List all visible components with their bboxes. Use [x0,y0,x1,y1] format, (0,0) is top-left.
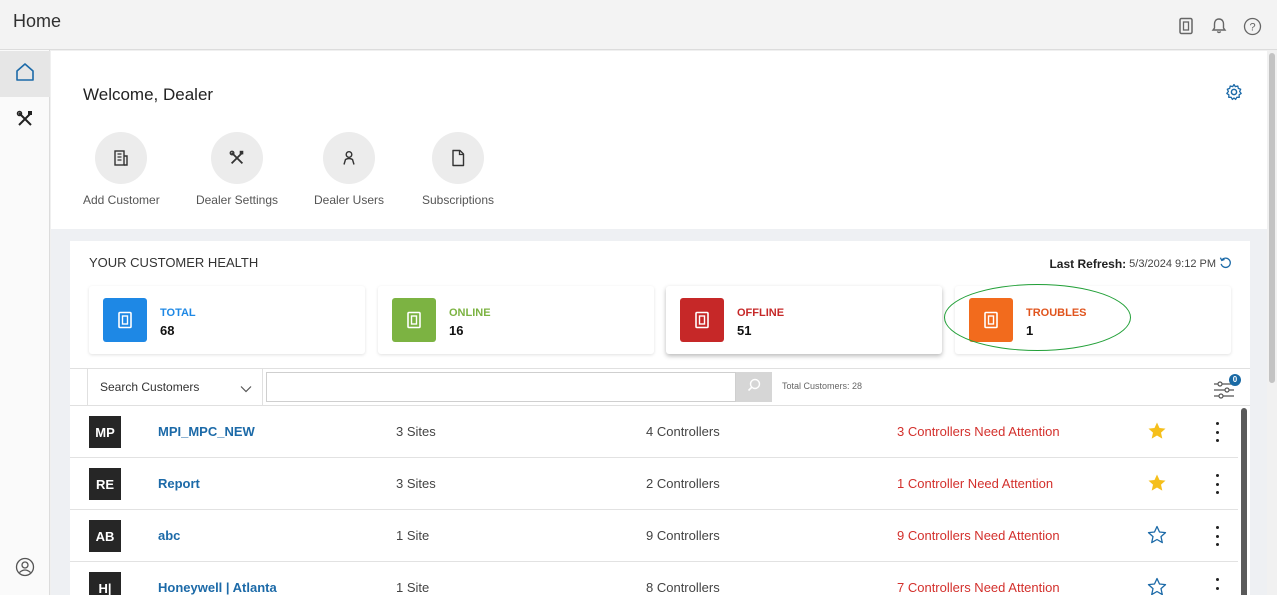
person-icon [323,132,375,184]
left-nav [0,50,50,595]
health-card-title: ONLINE [449,307,491,319]
health-card-value: 16 [449,323,464,338]
customer-avatar: AB [89,520,121,552]
last-refresh-value: 5/3/2024 9:12 PM [1129,258,1216,270]
search-type-dropdown[interactable]: Search Customers [88,369,263,405]
customer-attention[interactable]: 9 Controllers Need Attention [897,528,1060,543]
health-card-title: TOTAL [160,307,196,319]
filter-count-badge: 0 [1229,374,1241,386]
star-outline-icon[interactable] [1147,577,1167,595]
health-card-value: 68 [160,323,175,338]
dealer-users-label: Dealer Users [313,193,385,207]
help-icon[interactable]: ? [1243,17,1263,37]
device-icon [103,298,147,342]
customer-avatar: RE [89,468,121,500]
customer-controllers: 9 Controllers [646,528,720,543]
health-card-offline[interactable]: OFFLINE 51 [666,286,942,354]
star-filled-icon[interactable] [1147,473,1167,498]
add-customer-button[interactable]: Add Customer [83,132,160,207]
annotation-ellipse [944,284,1131,351]
customer-controllers: 4 Controllers [646,424,720,439]
customer-list: MP MPI_MPC_NEW 3 Sites 4 Controllers 3 C… [70,406,1238,595]
customer-name-link[interactable]: abc [158,528,180,543]
document-icon [432,132,484,184]
nav-home[interactable] [0,51,50,97]
health-card-total[interactable]: TOTAL 68 [89,286,365,354]
customer-avatar: MP [89,416,121,448]
main-content: Welcome, Dealer Add Customer Dealer Sett… [51,51,1267,595]
page-scrollbar[interactable] [1267,51,1277,595]
welcome-panel: Welcome, Dealer Add Customer Dealer Sett… [51,51,1267,229]
customer-sites: 3 Sites [396,424,436,439]
more-options-icon[interactable] [1208,472,1226,496]
more-options-icon[interactable] [1208,576,1226,595]
customer-avatar: H| [89,572,121,595]
gear-icon[interactable] [1225,83,1243,106]
dealer-settings-button[interactable]: Dealer Settings [195,132,279,207]
more-options-icon[interactable] [1208,420,1226,444]
user-circle-icon [15,557,35,582]
total-customers: Total Customers: 28 [782,381,863,391]
search-type-label: Search Customers [100,380,200,394]
nav-user[interactable] [0,546,50,592]
health-card-value: 51 [737,323,752,338]
customer-row[interactable]: AB abc 1 Site 9 Controllers 9 Controller… [70,510,1238,562]
last-refresh-label: Last Refresh: [1049,257,1127,271]
dealer-settings-label: Dealer Settings [195,193,279,207]
customer-controllers: 2 Controllers [646,476,720,491]
customer-sites: 3 Sites [396,476,436,491]
customer-name-link[interactable]: MPI_MPC_NEW [158,424,255,439]
refresh-icon[interactable] [1219,256,1232,272]
customer-row[interactable]: RE Report 3 Sites 2 Controllers 1 Contro… [70,458,1238,510]
customer-search-bar: Search Customers Total Customers: 28 0 [70,368,1250,406]
home-icon [14,61,36,88]
search-bar-edge [70,369,88,405]
top-bar: Home ? [0,0,1277,50]
list-scrollbar[interactable] [1240,406,1248,595]
building-icon [95,132,147,184]
customer-sites: 1 Site [396,580,430,595]
dealer-users-button[interactable]: Dealer Users [313,132,385,207]
customer-name-link[interactable]: Report [158,476,200,491]
filter-button[interactable]: 0 [1210,373,1241,401]
subscriptions-button[interactable]: Subscriptions [419,132,497,207]
customer-sites: 1 Site [396,528,430,543]
subscriptions-label: Subscriptions [421,193,495,207]
bell-icon[interactable] [1210,17,1230,37]
customer-name-link[interactable]: Honeywell | Atlanta [158,580,277,595]
list-scrollbar-thumb[interactable] [1241,408,1247,595]
svg-text:?: ? [1249,22,1255,34]
star-filled-icon[interactable] [1147,421,1167,446]
tools-icon [15,109,35,134]
customer-row[interactable]: MP MPI_MPC_NEW 3 Sites 4 Controllers 3 C… [70,406,1238,458]
last-refresh: Last Refresh: 5/3/2024 9:12 PM [1049,256,1232,272]
search-icon [747,378,761,397]
welcome-title: Welcome, Dealer [83,85,214,104]
add-customer-label: Add Customer [83,193,160,207]
device-icon [392,298,436,342]
customer-health-title: YOUR CUSTOMER HEALTH [89,255,259,270]
tools-icon [211,132,263,184]
customer-attention[interactable]: 7 Controllers Need Attention [897,580,1060,595]
search-button[interactable] [736,372,772,402]
more-options-icon[interactable] [1208,524,1226,548]
customer-health-panel: YOUR CUSTOMER HEALTH Last Refresh: 5/3/2… [70,241,1250,595]
star-outline-icon[interactable] [1147,525,1167,550]
customer-attention[interactable]: 1 Controller Need Attention [897,476,1053,491]
page-scrollbar-thumb[interactable] [1269,53,1275,383]
customer-row[interactable]: H| Honeywell | Atlanta 1 Site 8 Controll… [70,562,1238,595]
nav-tools[interactable] [0,98,50,144]
customer-attention[interactable]: 3 Controllers Need Attention [897,424,1060,439]
device-icon [680,298,724,342]
health-card-online[interactable]: ONLINE 16 [378,286,654,354]
search-input[interactable] [266,372,736,402]
page-title: Home [13,11,62,31]
chevron-down-icon [240,382,252,396]
customer-controllers: 8 Controllers [646,580,720,595]
device-icon[interactable] [1177,17,1197,37]
health-card-title: OFFLINE [737,307,785,319]
